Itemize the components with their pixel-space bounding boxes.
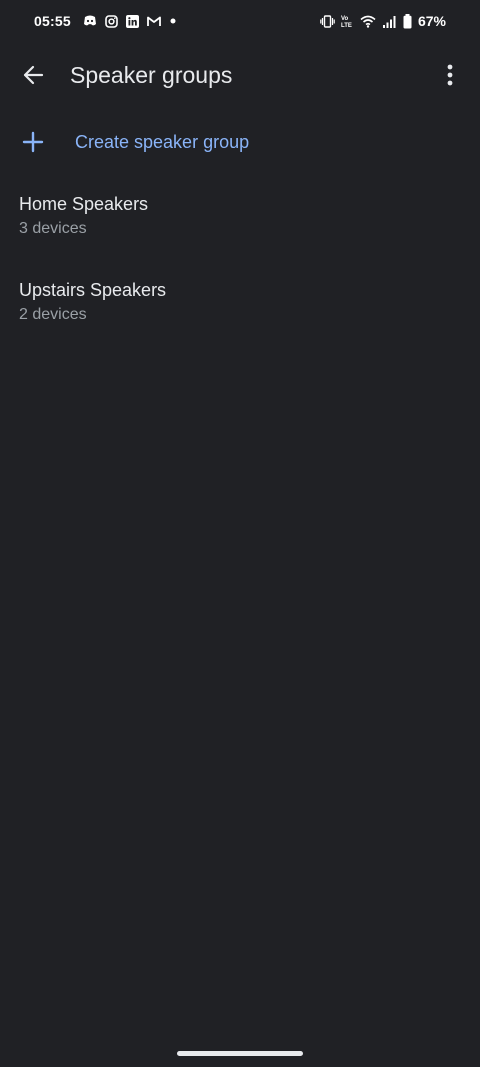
status-time: 05:55 [34,13,71,29]
create-speaker-group-button[interactable]: Create speaker group [0,122,480,162]
dot-icon [169,17,177,25]
app-bar: Speaker groups [0,50,480,100]
status-left: 05:55 [34,13,177,29]
svg-text:LTE: LTE [341,23,352,28]
group-name: Home Speakers [19,194,149,214]
battery-level: 67% [417,13,446,29]
battery-icon [403,13,412,29]
gmail-icon [146,16,161,27]
vibrate-icon [320,14,335,28]
back-button[interactable] [18,60,48,90]
home-indicator[interactable] [177,1051,303,1056]
group-name: Upstairs Speakers [19,280,167,300]
more-vert-icon [447,64,453,86]
discord-icon [83,15,97,27]
back-arrow-icon [23,65,44,85]
wifi-icon [360,15,376,28]
plus-icon [22,131,44,153]
signal-icon [382,15,397,28]
page-title: Speaker groups [70,61,233,88]
group-device-count: 3 devices [19,220,87,237]
speaker-group-item[interactable]: Home Speakers 3 devices [0,194,480,264]
volte-icon: Vo LTE [341,14,354,28]
create-speaker-group-label: Create speaker group [75,131,250,152]
linkedin-icon [125,14,139,28]
group-device-count: 2 devices [19,306,87,323]
status-bar: 05:55 Vo LTE 67% [0,0,480,42]
more-options-button[interactable] [438,60,462,90]
instagram-icon [105,14,118,28]
status-right: Vo LTE 67% [320,13,446,29]
svg-text:Vo: Vo [341,16,349,22]
speaker-group-item[interactable]: Upstairs Speakers 2 devices [0,280,480,350]
